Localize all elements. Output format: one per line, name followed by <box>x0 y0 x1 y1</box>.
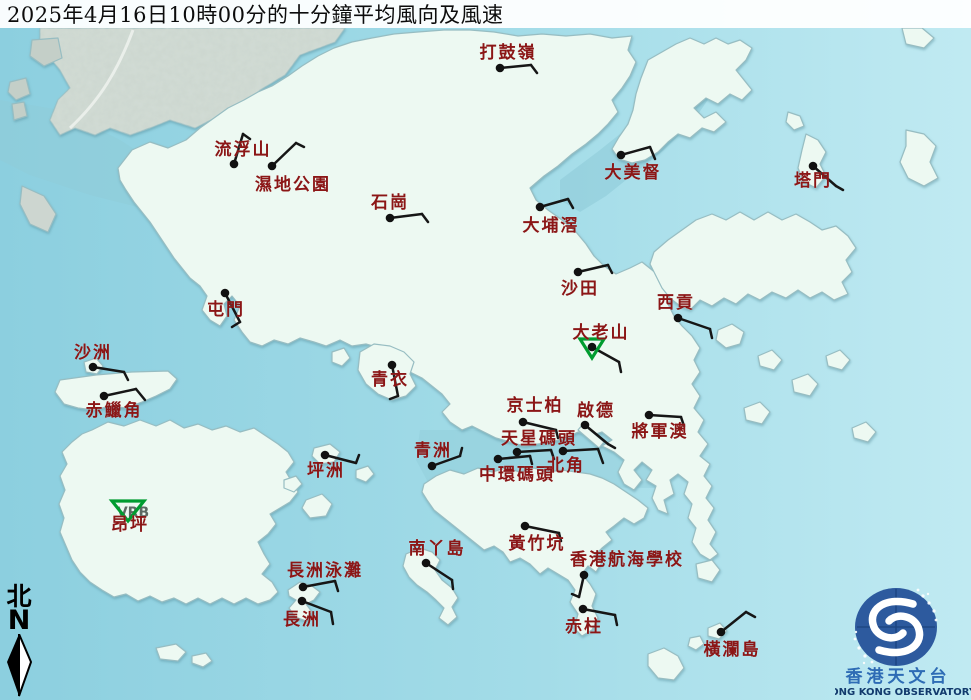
station-dot <box>645 411 654 420</box>
station-label: 青洲 <box>414 440 452 461</box>
station-dot <box>519 418 528 427</box>
station-label: 濕地公園 <box>255 174 331 195</box>
north-arrow-icon <box>4 634 34 698</box>
station-dot <box>809 162 818 171</box>
station-dot <box>299 583 308 592</box>
station-label: 屯門 <box>207 299 245 320</box>
hko-logo: 香港天文台 HONG KONG OBSERVATORY <box>835 576 971 700</box>
hko-name-chinese: 香港天文台 <box>846 666 951 687</box>
station-label: 香港航海學校 <box>570 549 684 570</box>
station-label: 京士柏 <box>507 395 564 416</box>
station-dot <box>496 64 505 73</box>
station-label: 赤柱 <box>565 616 603 637</box>
station-label: 沙洲 <box>74 343 112 363</box>
station-label: 大埔滘 <box>523 215 580 236</box>
station-label: 昂坪 <box>111 515 149 535</box>
station-label: 將軍澳 <box>632 421 689 442</box>
station-dot <box>559 447 568 456</box>
station-dot <box>588 343 597 352</box>
station-dot <box>494 455 503 464</box>
station-dot <box>298 597 307 606</box>
station-dot <box>89 363 98 372</box>
station-label: 黃竹坑 <box>508 533 566 554</box>
station-dot <box>386 214 395 223</box>
station-label: 中環碼頭 <box>479 464 555 485</box>
compass-north-letter: N <box>8 607 31 634</box>
station-dot <box>579 605 588 614</box>
station-label: 天星碼頭 <box>501 429 577 449</box>
station-label: 流浮山 <box>215 139 272 160</box>
map-title: 2025年4月16日10時00分的十分鐘平均風向及風速 <box>0 0 503 29</box>
station-dot <box>321 451 330 460</box>
station-label: 長洲 <box>283 610 321 630</box>
map-canvas: 打鼓嶺流浮山濕地公園石崗 大美督 塔門大埔滘沙田屯門沙洲赤鱲角 西貢大老山青衣京士柏啟… <box>0 0 971 700</box>
station-dot <box>580 571 589 580</box>
station-dot <box>100 392 109 401</box>
station-dot <box>536 203 545 212</box>
station-dot <box>388 361 397 370</box>
station-dot <box>221 289 230 298</box>
hko-wind-map: 打鼓嶺流浮山濕地公園石崗 大美督 塔門大埔滘沙田屯門沙洲赤鱲角 西貢大老山青衣京士柏啟… <box>0 0 971 700</box>
station-label: 西貢 <box>657 293 695 313</box>
station-label: 大老山 <box>573 322 630 343</box>
station-ngong-ping[interactable]: VRB昂坪 <box>111 501 149 535</box>
station-label: 長洲泳灘 <box>287 560 363 581</box>
station-label: 塔門 <box>794 170 832 191</box>
station-label: 大美督 <box>605 162 662 183</box>
station-dot <box>717 628 726 637</box>
station-label: 打鼓嶺 <box>480 42 537 63</box>
station-label: 沙田 <box>561 279 599 299</box>
station-dot <box>422 559 431 568</box>
station-label: 坪洲 <box>307 461 345 481</box>
station-dot <box>581 421 590 430</box>
hko-name-english: HONG KONG OBSERVATORY <box>835 687 971 698</box>
station-dot <box>230 160 239 169</box>
station-dot <box>268 162 277 171</box>
north-compass: 北 N <box>3 584 35 698</box>
station-label: 青衣 <box>371 369 409 390</box>
station-dot <box>674 314 683 323</box>
station-label: 啟德 <box>577 400 615 421</box>
station-label: 橫瀾島 <box>704 639 761 660</box>
station-dot <box>428 462 437 471</box>
station-dot <box>521 522 530 531</box>
station-dot <box>574 268 583 277</box>
station-label: 赤鱲角 <box>86 400 143 421</box>
wind-barb-tick <box>452 580 453 589</box>
station-label: 石崗 <box>370 193 409 213</box>
lantau-island <box>59 420 298 604</box>
station-label: 南丫島 <box>409 538 466 559</box>
title-band: 2025年4月16日10時00分的十分鐘平均風向及風速 <box>0 0 971 28</box>
station-dot <box>617 151 626 160</box>
